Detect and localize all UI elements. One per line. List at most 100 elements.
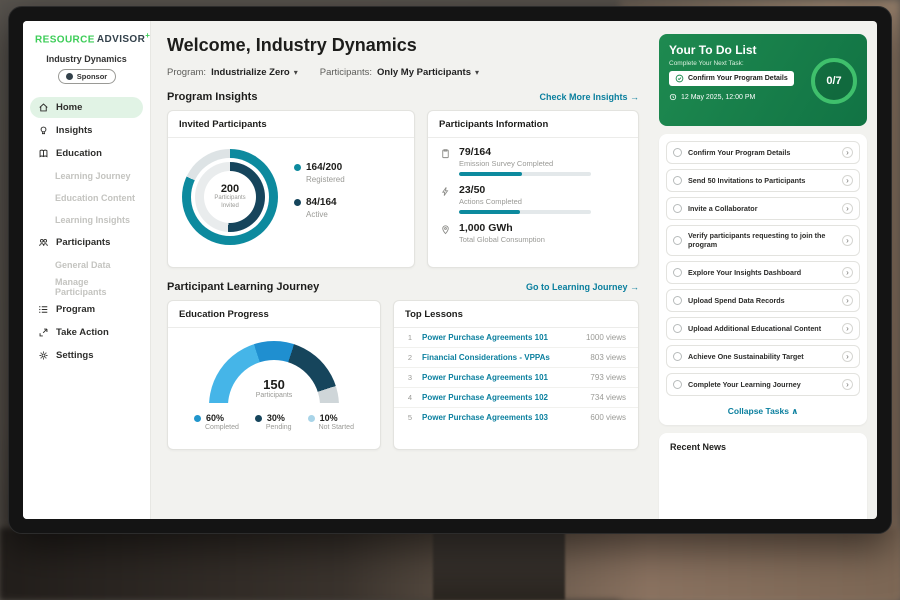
- task-checkbox[interactable]: [673, 204, 682, 213]
- participants-select[interactable]: Only My Participants ▾: [377, 67, 479, 78]
- section-title: Program Insights: [167, 91, 257, 103]
- bulb-icon: [38, 125, 49, 136]
- sidebar-item-label: General Data: [55, 260, 111, 270]
- legend-value: 60%: [206, 413, 224, 423]
- sidebar-item-general-data[interactable]: General Data: [23, 255, 150, 275]
- next-task-pill[interactable]: Confirm Your Program Details: [669, 71, 794, 86]
- invited-legend: 164/200 Registered 84/164 Active: [294, 162, 345, 232]
- card-title: Participants Information: [428, 111, 638, 138]
- sidebar-item-program[interactable]: Program: [23, 299, 150, 320]
- todo-panel: Your To Do List Complete Your Next Task:…: [653, 21, 877, 519]
- chevron-right-icon[interactable]: ›: [842, 379, 853, 390]
- section-title: Participant Learning Journey: [167, 281, 319, 293]
- sidebar-item-participants[interactable]: Participants: [23, 232, 150, 253]
- sidebar-item-learning-insights[interactable]: Learning Insights: [23, 210, 150, 230]
- task-label: Complete Your Learning Journey: [688, 380, 836, 389]
- education-legend: 60% Completed 30% Pending 10% Not Starte…: [168, 413, 380, 431]
- clock-icon: [669, 93, 677, 101]
- gauge-center: 150 Participants: [168, 377, 380, 399]
- lesson-link[interactable]: Financial Considerations - VPPAs: [422, 353, 582, 362]
- sidebar-item-home[interactable]: Home: [30, 97, 143, 118]
- page-title: Welcome, Industry Dynamics: [167, 35, 639, 56]
- chevron-right-icon[interactable]: ›: [842, 323, 853, 334]
- due-date-text: 12 May 2025, 12:00 PM: [681, 94, 755, 101]
- stat-emission-survey: 79/164 Emission Survey Completed: [428, 138, 638, 176]
- task-checkbox[interactable]: [673, 176, 682, 185]
- task-checkbox[interactable]: [673, 296, 682, 305]
- chevron-right-icon[interactable]: ›: [842, 203, 853, 214]
- task-checkbox[interactable]: [673, 324, 682, 333]
- chevron-right-icon[interactable]: ›: [842, 175, 853, 186]
- task-item-invite-collaborator[interactable]: Invite a Collaborator ›: [666, 197, 860, 220]
- lesson-row: 4 Power Purchase Agreements 102 734 view…: [394, 388, 638, 408]
- task-label: Upload Additional Educational Content: [688, 324, 836, 333]
- gauge-center-value: 150: [168, 377, 380, 392]
- chevron-right-icon[interactable]: ›: [842, 235, 853, 246]
- sidebar-item-take-action[interactable]: Take Action: [23, 322, 150, 343]
- invited-participants-card: Invited Participants 200 Participants In…: [167, 110, 415, 268]
- sidebar-item-learning-journey[interactable]: Learning Journey: [23, 166, 150, 186]
- sidebar-item-education[interactable]: Education: [23, 143, 150, 164]
- program-select[interactable]: Industrialize Zero ▾: [211, 67, 298, 78]
- task-checkbox[interactable]: [673, 148, 682, 157]
- task-checkbox[interactable]: [673, 352, 682, 361]
- lesson-link[interactable]: Power Purchase Agreements 102: [422, 393, 582, 402]
- education-progress-card: Education Progress 150 Participants 60% …: [167, 300, 381, 450]
- stat-value: 23/50: [459, 184, 591, 196]
- invited-donut-chart: 200 Participants Invited: [182, 149, 278, 245]
- chevron-right-icon[interactable]: ›: [842, 351, 853, 362]
- check-more-insights-link[interactable]: Check More Insights →: [539, 92, 639, 102]
- task-item-upload-spend-data[interactable]: Upload Spend Data Records ›: [666, 289, 860, 312]
- participants-filter-label: Participants:: [320, 67, 372, 78]
- sidebar-item-manage-participants[interactable]: Manage Participants: [23, 277, 150, 297]
- lesson-row: 1 Power Purchase Agreements 101 1000 vie…: [394, 328, 638, 348]
- donut-center: 200 Participants Invited: [182, 149, 278, 245]
- progress-track: [459, 172, 591, 176]
- task-item-upload-educational-content[interactable]: Upload Additional Educational Content ›: [666, 317, 860, 340]
- sidebar-item-education-content[interactable]: Education Content: [23, 188, 150, 208]
- invited-body: 200 Participants Invited 164/200 Registe…: [168, 138, 414, 245]
- task-checkbox[interactable]: [673, 268, 682, 277]
- chevron-right-icon[interactable]: ›: [842, 295, 853, 306]
- legend-item-not-started: 10% Not Started: [308, 413, 354, 431]
- check-circle-icon: [675, 74, 684, 83]
- chevron-right-icon[interactable]: ›: [842, 267, 853, 278]
- people-icon: [38, 237, 49, 248]
- sidebar-item-settings[interactable]: Settings: [23, 345, 150, 366]
- lesson-views: 793 views: [590, 373, 626, 382]
- sidebar-item-label: Education: [56, 148, 102, 159]
- task-list: Confirm Your Program Details › Send 50 I…: [659, 134, 867, 425]
- stat-value: 1,000 GWh: [459, 222, 545, 234]
- chevron-right-icon[interactable]: ›: [842, 147, 853, 158]
- sidebar-item-label: Learning Journey: [55, 171, 131, 181]
- task-item-explore-insights[interactable]: Explore Your Insights Dashboard ›: [666, 261, 860, 284]
- go-to-learning-journey-link[interactable]: Go to Learning Journey →: [526, 282, 639, 292]
- task-item-verify-participants[interactable]: Verify participants requesting to join t…: [666, 225, 860, 256]
- location-pin-icon: [440, 224, 451, 235]
- lesson-link[interactable]: Power Purchase Agreements 101: [422, 373, 582, 382]
- task-checkbox[interactable]: [673, 380, 682, 389]
- todo-title: Your To Do List: [669, 43, 857, 57]
- task-item-achieve-target[interactable]: Achieve One Sustainability Target ›: [666, 345, 860, 368]
- legend-label: Active: [306, 210, 345, 219]
- legend-item-active: 84/164 Active: [294, 197, 345, 219]
- collapse-tasks-link[interactable]: Collapse Tasks ∧: [666, 401, 860, 423]
- task-item-complete-learning-journey[interactable]: Complete Your Learning Journey ›: [666, 373, 860, 396]
- task-label: Verify participants requesting to join t…: [688, 231, 836, 250]
- legend-dot: [294, 199, 301, 206]
- lesson-link[interactable]: Power Purchase Agreements 103: [422, 413, 582, 422]
- sidebar-item-insights[interactable]: Insights: [23, 120, 150, 141]
- recent-news-title: Recent News: [670, 442, 856, 452]
- task-item-confirm-program[interactable]: Confirm Your Program Details ›: [666, 141, 860, 164]
- lesson-views: 803 views: [590, 353, 626, 362]
- card-title: Invited Participants: [168, 111, 414, 138]
- filter-bar: Program: Industrialize Zero ▾ Participan…: [167, 67, 639, 78]
- lesson-link[interactable]: Power Purchase Agreements 101: [422, 333, 578, 342]
- legend-label: Not Started: [319, 424, 354, 431]
- action-arrow-icon: [38, 327, 49, 338]
- task-label: Achieve One Sustainability Target: [688, 352, 836, 361]
- task-checkbox[interactable]: [673, 236, 682, 245]
- task-item-send-invitations[interactable]: Send 50 Invitations to Participants ›: [666, 169, 860, 192]
- task-label: Confirm Your Program Details: [688, 148, 836, 157]
- participants-select-value: Only My Participants: [377, 67, 471, 78]
